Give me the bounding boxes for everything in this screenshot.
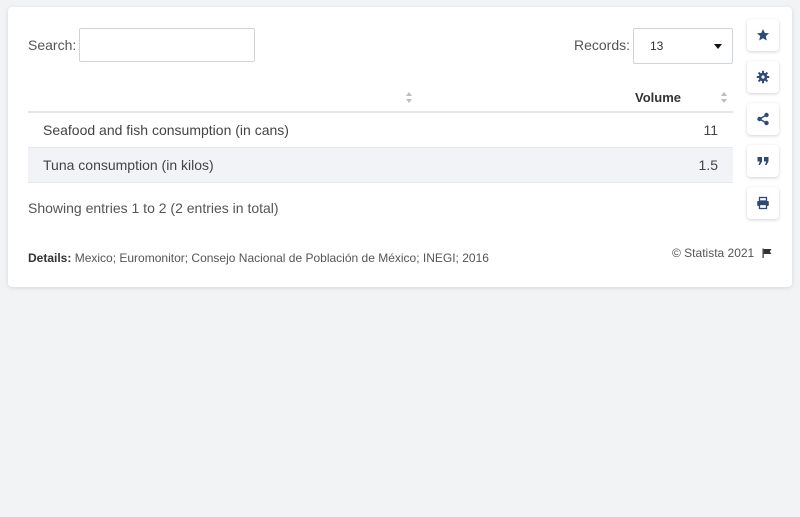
column-header-name[interactable] bbox=[28, 83, 573, 113]
row-value: 11 bbox=[573, 112, 733, 148]
records-label: Records: bbox=[574, 37, 631, 53]
copyright-text: © Statista 2021 bbox=[672, 246, 755, 260]
records-select[interactable]: 13 bbox=[633, 28, 733, 64]
copyright: © Statista 2021 bbox=[672, 246, 772, 260]
column-header-volume-label: Volume bbox=[635, 90, 681, 105]
search-label: Search: bbox=[28, 37, 77, 53]
share-button[interactable] bbox=[747, 103, 779, 135]
column-header-volume[interactable]: Volume bbox=[573, 83, 733, 113]
records-value: 13 bbox=[650, 39, 664, 53]
details: Details: Mexico; Euromonitor; Consejo Na… bbox=[28, 251, 489, 265]
search-input[interactable] bbox=[79, 28, 255, 62]
row-value: 1.5 bbox=[573, 147, 733, 183]
share-icon bbox=[757, 112, 769, 126]
details-text: Mexico; Euromonitor; Consejo Nacional de… bbox=[74, 251, 489, 265]
sort-icon[interactable] bbox=[406, 92, 413, 103]
chevron-down-icon bbox=[714, 44, 722, 49]
details-label: Details: bbox=[28, 251, 72, 265]
settings-button[interactable] bbox=[747, 61, 779, 93]
entries-info: Showing entries 1 to 2 (2 entries in tot… bbox=[28, 200, 279, 216]
row-label: Seafood and fish consumption (in cans) bbox=[28, 112, 573, 148]
table-row: Seafood and fish consumption (in cans) 1… bbox=[28, 112, 733, 148]
row-label: Tuna consumption (in kilos) bbox=[28, 147, 573, 183]
sort-icon[interactable] bbox=[721, 92, 728, 103]
table-row: Tuna consumption (in kilos) 1.5 bbox=[28, 147, 733, 183]
statistic-card: Search: Records: 13 Volume Seafood and f… bbox=[8, 7, 792, 287]
gear-icon bbox=[756, 70, 770, 84]
favorite-button[interactable] bbox=[747, 19, 779, 51]
print-button[interactable] bbox=[747, 187, 779, 219]
cite-button[interactable] bbox=[747, 145, 779, 177]
print-icon bbox=[757, 196, 769, 210]
data-table: Volume Seafood and fish consumption (in … bbox=[28, 83, 733, 183]
star-icon bbox=[757, 29, 769, 41]
quote-icon bbox=[757, 157, 769, 165]
flag-icon[interactable] bbox=[762, 248, 772, 258]
